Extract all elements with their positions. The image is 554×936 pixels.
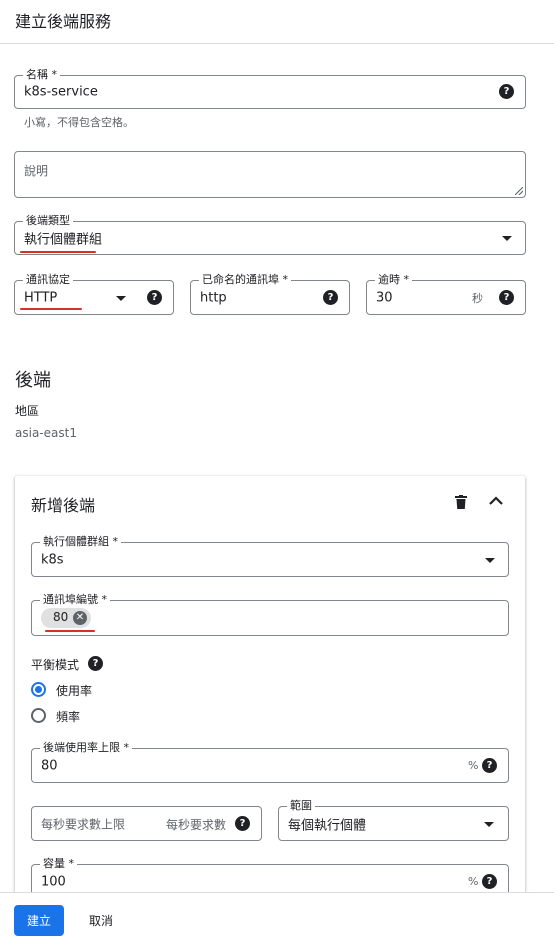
help-icon[interactable]: ? xyxy=(235,816,250,831)
chip-remove-icon[interactable]: ✕ xyxy=(73,611,87,625)
trash-icon[interactable] xyxy=(455,495,467,509)
radio-rate[interactable] xyxy=(31,708,46,723)
help-icon[interactable]: ? xyxy=(499,84,514,99)
named-port-label: 已命名的通訊埠 * xyxy=(199,273,291,287)
capacity-label: 容量 * xyxy=(40,857,77,871)
radio-rate-label[interactable]: 頻率 xyxy=(56,708,80,725)
port-numbers-label: 通訊埠編號 * xyxy=(40,593,110,607)
capacity-value[interactable]: 100 xyxy=(41,874,66,889)
port-numbers-field[interactable]: 通訊埠編號 * xyxy=(31,593,509,636)
max-rps-unit: 每秒要求數 xyxy=(166,818,227,832)
max-utilization-field[interactable]: 後端使用率上限 * 80 % ? xyxy=(31,741,509,783)
help-icon[interactable]: ? xyxy=(147,290,162,305)
instance-group-select[interactable]: 執行個體群組 * k8s xyxy=(31,535,509,577)
cancel-button[interactable]: 取消 xyxy=(76,905,126,936)
chevron-up-icon[interactable] xyxy=(489,496,503,506)
help-icon[interactable]: ? xyxy=(482,874,497,889)
region-label: 地區 xyxy=(15,404,40,418)
name-field[interactable]: 名稱 * k8s-service ? xyxy=(14,68,526,109)
help-icon[interactable]: ? xyxy=(482,758,497,773)
timeout-label: 逾時 * xyxy=(375,273,412,287)
annotation-underline xyxy=(20,308,82,310)
annotation-underline xyxy=(20,251,96,253)
scope-label: 範圍 xyxy=(287,799,315,813)
name-field-label: 名稱 * xyxy=(23,68,60,82)
caret-down-icon xyxy=(485,558,495,563)
caret-down-icon xyxy=(502,236,512,241)
timeout-field[interactable]: 逾時 * 30 秒 ? xyxy=(366,273,526,315)
help-icon[interactable]: ? xyxy=(499,290,514,305)
caret-down-icon xyxy=(116,296,126,301)
timeout-unit: 秒 xyxy=(472,292,483,305)
help-icon[interactable]: ? xyxy=(88,656,103,671)
named-port-field[interactable]: 已命名的通訊埠 * http ? xyxy=(190,273,350,315)
port-chip-label: 80 xyxy=(53,610,69,624)
description-placeholder: 說明 xyxy=(24,164,49,178)
scope-select[interactable]: 範圍 每個執行個體 xyxy=(278,799,509,841)
backend-type-label: 後端類型 xyxy=(23,214,73,228)
backend-type-select[interactable]: 後端類型 執行個體群組 xyxy=(14,214,526,255)
help-icon[interactable]: ? xyxy=(323,290,338,305)
protocol-label: 通訊協定 xyxy=(23,273,73,287)
new-backend-title: 新增後端 xyxy=(31,496,96,515)
region-value: asia-east1 xyxy=(15,426,77,440)
description-textarea[interactable]: 說明 xyxy=(14,151,526,198)
max-rps-field[interactable]: 每秒要求數上限 每秒要求數 ? xyxy=(31,806,262,841)
max-utilization-unit: % xyxy=(468,759,479,772)
capacity-unit: % xyxy=(468,875,479,888)
page-title: 建立後端服務 xyxy=(15,12,112,31)
max-rps-placeholder: 每秒要求數上限 xyxy=(41,817,126,831)
scope-value: 每個執行個體 xyxy=(288,818,367,833)
balancing-mode-label: 平衡模式 xyxy=(31,658,80,672)
max-utilization-label: 後端使用率上限 * xyxy=(40,741,132,755)
radio-utilization[interactable] xyxy=(31,682,46,697)
annotation-underline xyxy=(45,630,95,632)
protocol-value: HTTP xyxy=(24,290,58,305)
backends-heading: 後端 xyxy=(15,370,51,391)
instance-group-label: 執行個體群組 * xyxy=(40,535,121,549)
instance-group-value: k8s xyxy=(41,552,64,567)
timeout-value[interactable]: 30 xyxy=(376,290,393,305)
radio-utilization-label[interactable]: 使用率 xyxy=(56,682,92,699)
footer-divider xyxy=(0,892,554,893)
create-button[interactable]: 建立 xyxy=(14,905,64,936)
title-divider xyxy=(0,43,554,44)
named-port-value[interactable]: http xyxy=(200,290,227,305)
name-hint: 小寫，不得包含空格。 xyxy=(24,116,134,129)
name-input-value[interactable]: k8s-service xyxy=(24,85,98,100)
port-chip[interactable]: 80 ✕ xyxy=(41,608,91,628)
max-utilization-value[interactable]: 80 xyxy=(41,758,58,773)
resize-handle-icon[interactable] xyxy=(515,187,523,195)
backend-type-value: 執行個體群組 xyxy=(24,232,103,248)
caret-down-icon xyxy=(484,822,494,827)
